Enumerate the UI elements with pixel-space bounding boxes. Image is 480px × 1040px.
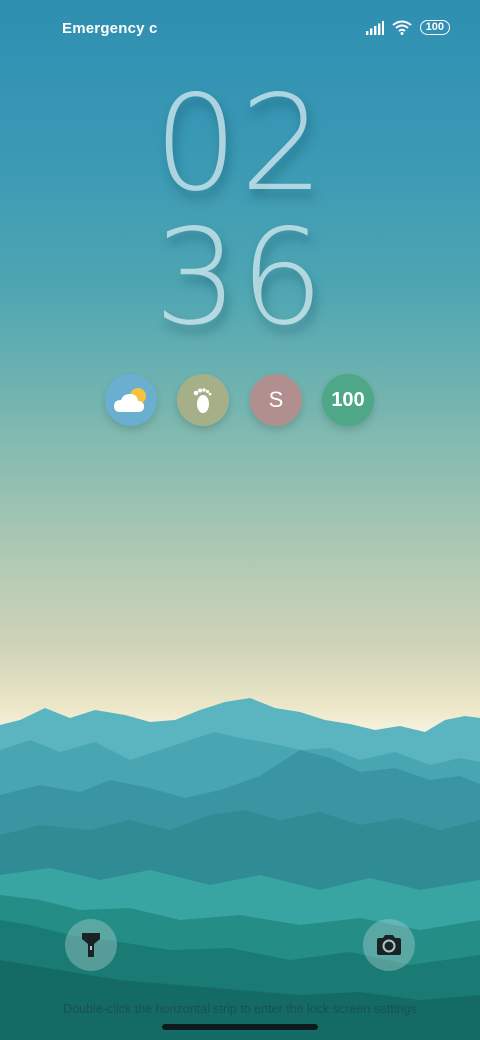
status-bar: Emergency c 100 — [0, 18, 480, 40]
steps-widget[interactable] — [177, 374, 229, 426]
lockscreen-hint: Double-click the horizontal strip to ent… — [63, 1002, 417, 1016]
lockscreen-widgets: S 100 — [0, 374, 480, 428]
carrier-label: Emergency c — [62, 20, 158, 37]
flashlight-button[interactable] — [65, 919, 117, 971]
flashlight-icon — [82, 933, 100, 957]
wifi-icon — [392, 20, 412, 35]
weather-widget[interactable] — [105, 374, 157, 426]
battery-indicator: 100 — [419, 20, 450, 35]
camera-icon — [377, 935, 401, 955]
battery-widget[interactable]: 100 — [322, 374, 374, 426]
signal-icon — [365, 20, 384, 35]
clock-minutes: 36 — [154, 201, 326, 355]
camera-button[interactable] — [363, 919, 415, 971]
s-widget[interactable]: S — [250, 374, 302, 426]
mountain-wallpaper — [0, 698, 480, 1040]
status-icons: 100 — [365, 20, 450, 35]
clock-hours: 02 — [154, 67, 326, 221]
footprint-icon — [193, 388, 212, 413]
weather-cloud-sun-icon — [114, 388, 146, 412]
home-indicator[interactable] — [162, 1024, 318, 1030]
